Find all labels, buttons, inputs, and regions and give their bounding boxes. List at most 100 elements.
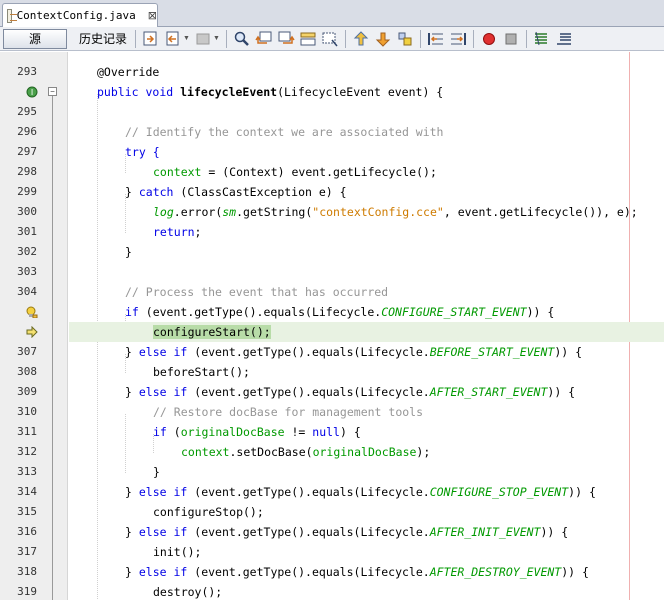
find-next-icon[interactable] [277,30,295,48]
line-number: 312 [17,445,37,458]
line-text: init(); [153,545,202,559]
next-bookmark-icon[interactable] [374,30,392,48]
line-number: 316 [17,525,37,538]
line-text: beforeStart(); [153,365,250,379]
code-line[interactable]: 309 } else if (event.getType().equals(Li… [0,382,664,402]
forward-dropdown-icon[interactable]: ▼ [213,35,220,42]
toggle-rectangular-selection-icon[interactable] [321,30,339,48]
code-line[interactable]: 293 @Override [0,62,664,82]
line-text: } else if (event.getType().equals(Lifecy… [125,485,596,499]
code-line[interactable]: 296 // Identify the context we are assoc… [0,122,664,142]
override-method-icon[interactable]: I [26,86,38,98]
line-text: } else if (event.getType().equals(Lifecy… [125,385,576,399]
line-text: log.error(sm.getString("contextConfig.cc… [153,205,638,219]
line-number: 303 [17,265,37,278]
line-number: 299 [17,185,37,198]
code-line[interactable]: 311 if (originalDocBase != null) { [0,422,664,442]
code-line[interactable]: 307 } else if (event.getType().equals(Li… [0,342,664,362]
line-text: } else if (event.getType().equals(Lifecy… [125,525,569,539]
source-view-button[interactable]: 源 [3,28,67,49]
java-file-icon [7,8,17,23]
line-text: return; [153,225,202,239]
close-tab-icon[interactable]: ⊠ [148,9,157,22]
line-number: 297 [17,145,37,158]
line-text: @Override [97,65,160,79]
code-line[interactable]: 313 } [0,462,664,482]
toolbar-separator [472,29,474,48]
line-number: 304 [17,285,37,298]
toggle-bookmark-icon[interactable] [396,30,414,48]
uncomment-icon[interactable] [555,30,573,48]
code-line[interactable]: 299 } catch (ClassCastException e) { [0,182,664,202]
line-text: // Restore docBase for management tools [153,405,424,419]
forward-icon[interactable] [194,30,212,48]
code-line[interactable]: if (event.getType().equals(Lifecycle.CON… [0,302,664,322]
shift-right-icon[interactable] [449,30,467,48]
code-line[interactable]: 308 beforeStart(); [0,362,664,382]
code-line[interactable]: I − public void lifecycleEvent(Lifecycle… [0,82,664,102]
toolbar-separator [225,29,227,48]
line-number: 309 [17,385,37,398]
code-editor[interactable]: 293 @Override I − public void lifecycleE… [0,52,664,600]
line-number: 307 [17,345,37,358]
line-text: context = (Context) event.getLifecycle()… [153,165,437,179]
line-number: 301 [17,225,37,238]
code-line[interactable]: 318 } else if (event.getType().equals(Li… [0,562,664,582]
code-line[interactable]: 303 [0,262,664,282]
code-line[interactable]: 312 context.setDocBase(originalDocBase); [0,442,664,462]
code-line[interactable]: 295 [0,102,664,122]
line-number: 300 [17,205,37,218]
fold-collapse-icon[interactable]: − [48,87,57,96]
line-text: } else if (event.getType().equals(Lifecy… [125,565,589,579]
line-number: 315 [17,505,37,518]
comment-icon[interactable] [533,30,551,48]
line-number: 317 [17,545,37,558]
editor-toolbar: 源 历史记录 ▼ ▼ [0,27,664,51]
toolbar-separator [344,29,346,48]
code-line[interactable]: 317 init(); [0,542,664,562]
line-text: if (event.getType().equals(Lifecycle.CON… [125,305,555,319]
toolbar-separator [525,29,527,48]
code-line[interactable]: 316 } else if (event.getType().equals(Li… [0,522,664,542]
code-line[interactable]: 297 try { [0,142,664,162]
code-line[interactable]: 314 } else if (event.getType().equals(Li… [0,482,664,502]
line-number: 313 [17,465,37,478]
line-number: 314 [17,485,37,498]
stop-macro-recording-icon[interactable] [502,30,520,48]
line-text: // Process the event that has occurred [125,285,389,299]
line-number: 302 [17,245,37,258]
line-text: } [125,245,132,259]
code-line[interactable]: 301 return; [0,222,664,242]
line-text: try { [125,145,160,159]
line-number: 319 [17,585,37,598]
line-text: } [153,465,160,479]
line-text: } else if (event.getType().equals(Lifecy… [125,345,583,359]
find-selection-icon[interactable] [233,30,251,48]
current-code-line[interactable]: configureStart(); [0,322,664,342]
toolbar-separator [135,29,137,48]
last-edit-icon[interactable] [142,30,160,48]
toggle-highlight-search-icon[interactable] [299,30,317,48]
previous-bookmark-icon[interactable] [352,30,370,48]
shift-left-icon[interactable] [427,30,445,48]
code-line[interactable]: 300 log.error(sm.getString("contextConfi… [0,202,664,222]
back-dropdown-icon[interactable]: ▼ [183,35,190,42]
code-line[interactable]: 304 // Process the event that has occurr… [0,282,664,302]
line-number: 296 [17,125,37,138]
code-line[interactable]: 319 destroy(); [0,582,664,600]
line-text: if (originalDocBase != null) { [153,425,361,439]
code-line[interactable]: 310 // Restore docBase for management to… [0,402,664,422]
history-view-button[interactable]: 历史记录 [75,29,131,49]
editor-tab-bar: ContextConfig.java ⊠ [0,0,664,27]
current-line-arrow-icon [26,325,38,339]
code-line[interactable]: 302 } [0,242,664,262]
code-line[interactable]: 298 context = (Context) event.getLifecyc… [0,162,664,182]
start-macro-recording-icon[interactable] [480,30,498,48]
find-previous-icon[interactable] [255,30,273,48]
tab-contextconfig-java[interactable]: ContextConfig.java ⊠ [2,3,158,27]
svg-text:I: I [31,88,33,97]
code-line[interactable]: 315 configureStop(); [0,502,664,522]
warning-bulb-icon[interactable] [26,306,38,319]
back-icon[interactable] [164,30,182,48]
line-number: 295 [17,105,37,118]
